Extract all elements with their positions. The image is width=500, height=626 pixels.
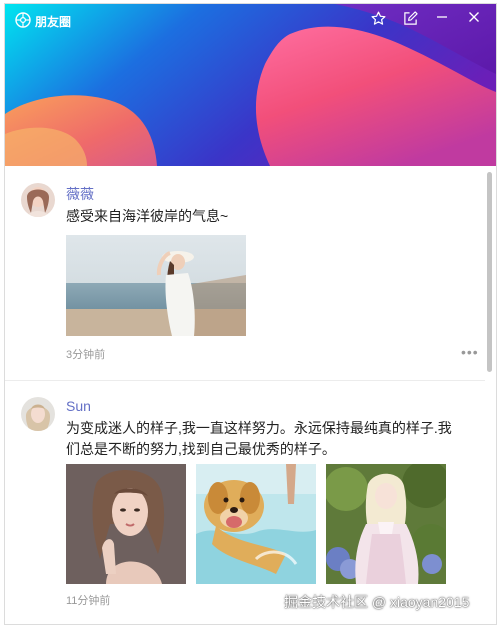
post-username[interactable]: 薇薇	[66, 184, 94, 204]
close-button[interactable]	[468, 11, 488, 31]
post-time: 11分钟前	[66, 595, 111, 607]
star-icon	[371, 11, 386, 25]
more-options-icon[interactable]: •••	[461, 344, 479, 360]
edit-icon	[404, 11, 418, 25]
feed-scrollbar[interactable]	[486, 166, 494, 624]
moments-logo-icon	[15, 12, 31, 28]
post-photo[interactable]	[66, 235, 246, 336]
post-text: 感受来自海洋彼岸的气息~	[66, 208, 229, 224]
post-text-line: 为变成迷人的样子,我一直这样努力。永远保持最纯真的样子.我	[66, 420, 452, 436]
moments-window: 朋友圈 薇薇 感受来自海洋彼岸的气息~ 3分钟前 ••• Sun 为变成迷人的样…	[4, 3, 497, 625]
post-item: 薇薇 感受来自海洋彼岸的气息~ 3分钟前 •••	[5, 166, 485, 378]
edit-button[interactable]	[403, 11, 423, 31]
avatar[interactable]	[21, 183, 55, 217]
title-bar: 朋友圈	[5, 4, 496, 38]
header-banner: 朋友圈	[5, 4, 496, 166]
minimize-button[interactable]	[436, 11, 456, 31]
post-photo[interactable]	[326, 464, 446, 584]
cosplay-girl-photo	[326, 464, 446, 584]
post-item: Sun 为变成迷人的样子,我一直这样努力。永远保持最纯真的样子.我 们总是不断的…	[5, 381, 485, 624]
post-time: 3分钟前	[66, 349, 106, 361]
post-text: 为变成迷人的样子,我一直这样努力。永远保持最纯真的样子.我 们总是不断的努力,找…	[66, 418, 481, 460]
post-username[interactable]: Sun	[66, 398, 91, 414]
close-icon	[469, 12, 479, 22]
post-text-line: 们总是不断的努力,找到自己最优秀的样子。	[66, 441, 336, 457]
moments-feed: 薇薇 感受来自海洋彼岸的气息~ 3分钟前 ••• Sun 为变成迷人的样子,我一…	[5, 166, 485, 624]
post-photo[interactable]	[196, 464, 316, 584]
post-photo[interactable]	[66, 464, 186, 584]
star-button[interactable]	[371, 11, 391, 31]
beach-girl-photo	[66, 235, 246, 336]
window-title: 朋友圈	[35, 15, 72, 29]
watermark: 掘金技术社区 @ xiaoyan2015	[284, 594, 470, 610]
scrollbar-thumb[interactable]	[487, 172, 492, 372]
portrait-girl-photo	[66, 464, 186, 584]
minimize-icon	[437, 16, 447, 18]
golden-retriever-photo	[196, 464, 316, 584]
avatar[interactable]	[21, 397, 55, 431]
